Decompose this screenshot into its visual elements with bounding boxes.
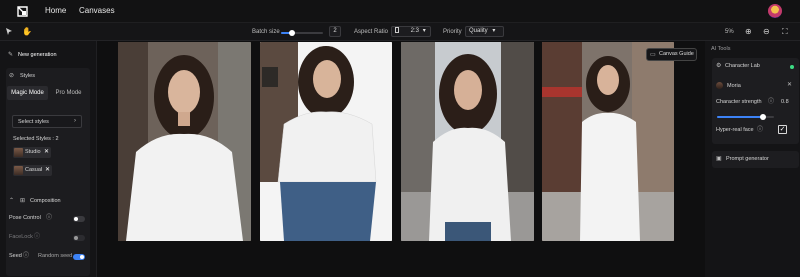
batch-size-slider-knob[interactable] <box>288 30 295 36</box>
styles-title: Styles <box>20 73 35 79</box>
character-lab-icon: ⚙ <box>716 63 722 69</box>
generated-image-2[interactable] <box>260 42 392 241</box>
user-avatar[interactable] <box>768 4 782 18</box>
zoom-level[interactable]: 5% <box>725 28 734 36</box>
toggle-knob <box>80 255 84 259</box>
character-avatar <box>716 82 723 89</box>
styles-icon: ⊘ <box>9 73 15 79</box>
select-styles-button[interactable]: Select styles › <box>12 115 82 128</box>
character-strength-value: 0.8 <box>781 99 789 105</box>
toggle-knob <box>74 217 78 221</box>
zoom-out-icon[interactable]: ⊖ <box>763 27 770 37</box>
priority-select[interactable]: Quality ▾ <box>465 26 504 37</box>
canvas-guide-button[interactable]: ▭ Canvas Guide <box>646 48 697 61</box>
facelock-label: FaceLock <box>9 234 33 240</box>
active-status-dot <box>790 65 794 69</box>
top-navigation-bar: Home Canvases <box>0 0 800 23</box>
chevron-down-icon: ▾ <box>492 28 496 34</box>
fit-screen-icon[interactable]: ⛶ <box>782 27 788 37</box>
generated-image-4-graphic <box>542 42 674 241</box>
character-lab-title: Character Lab <box>725 63 760 69</box>
remove-style-icon[interactable]: ✕ <box>44 149 49 156</box>
checkmark-icon: ✓ <box>779 126 786 133</box>
canvas-area[interactable] <box>97 41 705 277</box>
character-name: Moria <box>727 83 741 89</box>
info-icon: ⓘ <box>34 234 41 240</box>
new-generation-icon: ✎ <box>8 52 14 58</box>
info-icon: ⓘ <box>23 253 30 259</box>
character-strength-knob[interactable] <box>759 114 766 120</box>
aspect-ratio-select[interactable]: 2:3 ▾ <box>391 26 431 37</box>
composition-icon: ⊞ <box>20 198 26 204</box>
batch-size-slider[interactable] <box>281 30 323 36</box>
book-icon: ▭ <box>650 52 656 58</box>
facelock-toggle[interactable] <box>73 235 85 241</box>
character-strength-label: Character strength <box>716 99 762 105</box>
generated-image-2-graphic <box>260 42 392 241</box>
hyper-real-face-label: Hyper-real face <box>716 127 754 133</box>
app-window: Home Canvases ✋ Batch size 2 Aspect Rati… <box>0 0 800 277</box>
priority-value: Quality <box>469 28 488 34</box>
prompt-generator-label: Prompt generator <box>726 156 769 162</box>
info-icon: ⓘ <box>757 127 764 133</box>
style-chip-studio: Studio ✕ <box>13 147 51 158</box>
batch-size-label: Batch size <box>252 29 280 35</box>
character-strength-slider[interactable] <box>717 114 774 120</box>
hand-pan-icon[interactable]: ✋ <box>22 27 32 37</box>
ai-tools-title: AI Tools <box>711 46 731 52</box>
selected-styles-count: Selected Styles : 2 <box>13 136 59 142</box>
style-chip-label: Studio <box>25 149 41 155</box>
generated-image-1-graphic <box>118 42 251 241</box>
new-generation-label: New generation <box>18 52 57 58</box>
style-chip-label: Casual <box>25 167 43 173</box>
pose-control-toggle[interactable] <box>73 216 85 222</box>
generated-image-4[interactable] <box>542 42 674 241</box>
select-styles-label: Select styles <box>18 119 49 125</box>
right-sidebar: AI Tools ⚙ Character Lab Moria ✕ Charact… <box>705 41 800 277</box>
aspect-ratio-value: 2:3 <box>410 28 420 34</box>
toggle-knob <box>74 236 78 240</box>
generated-image-3[interactable] <box>401 42 534 241</box>
style-thumbnail <box>14 148 23 157</box>
style-thumbnail <box>14 166 23 175</box>
aspect-ratio-icon <box>395 27 399 34</box>
canvas-guide-label: Canvas Guide <box>659 51 694 57</box>
priority-label: Priority <box>443 29 462 35</box>
terminal-icon: ▣ <box>716 156 722 162</box>
prompt-generator-button[interactable]: ▣ Prompt generator <box>712 151 799 168</box>
info-icon: ⓘ <box>46 215 53 221</box>
zoom-in-icon[interactable]: ⊕ <box>745 27 752 37</box>
aspect-ratio-label: Aspect Ratio <box>354 29 389 35</box>
style-chip-casual: Casual ✕ <box>13 165 52 176</box>
tab-magic-mode[interactable]: Magic Mode <box>7 86 48 100</box>
chevron-up-icon[interactable]: ⌃ <box>9 198 14 205</box>
styles-mode-tabs: Magic Mode Pro Mode <box>7 86 89 100</box>
close-icon[interactable]: ✕ <box>787 82 792 89</box>
nav-canvases-link[interactable]: Canvases <box>79 6 115 15</box>
generated-image-1[interactable] <box>118 42 251 241</box>
character-strength-fill <box>717 116 763 118</box>
canvas-toolbar: ✋ Batch size 2 Aspect Ratio 2:3 ▾ Priori… <box>0 23 800 41</box>
cursor-select-icon[interactable] <box>5 27 14 36</box>
composition-title: Composition <box>30 198 61 204</box>
chevron-down-icon: ▾ <box>422 28 426 34</box>
hyper-real-face-checkbox[interactable]: ✓ <box>778 125 787 134</box>
tab-pro-mode[interactable]: Pro Mode <box>48 86 89 100</box>
info-icon: ⓘ <box>768 99 775 105</box>
random-seed-toggle[interactable] <box>73 254 85 260</box>
pose-control-label: Pose Control <box>9 215 41 221</box>
chevron-right-icon: › <box>74 118 76 124</box>
seed-label: Seed <box>9 253 22 259</box>
app-logo-icon[interactable] <box>17 6 28 17</box>
new-generation-button[interactable]: ✎ New generation <box>8 51 93 60</box>
remove-style-icon[interactable]: ✕ <box>45 167 50 174</box>
left-sidebar: ✎ New generation ⊘ Styles Magic Mode Pro… <box>0 41 97 277</box>
nav-home-link[interactable]: Home <box>45 6 66 15</box>
random-seed-label: Random seed <box>38 253 73 259</box>
batch-size-value[interactable]: 2 <box>329 26 341 37</box>
generated-image-3-graphic <box>401 42 534 241</box>
